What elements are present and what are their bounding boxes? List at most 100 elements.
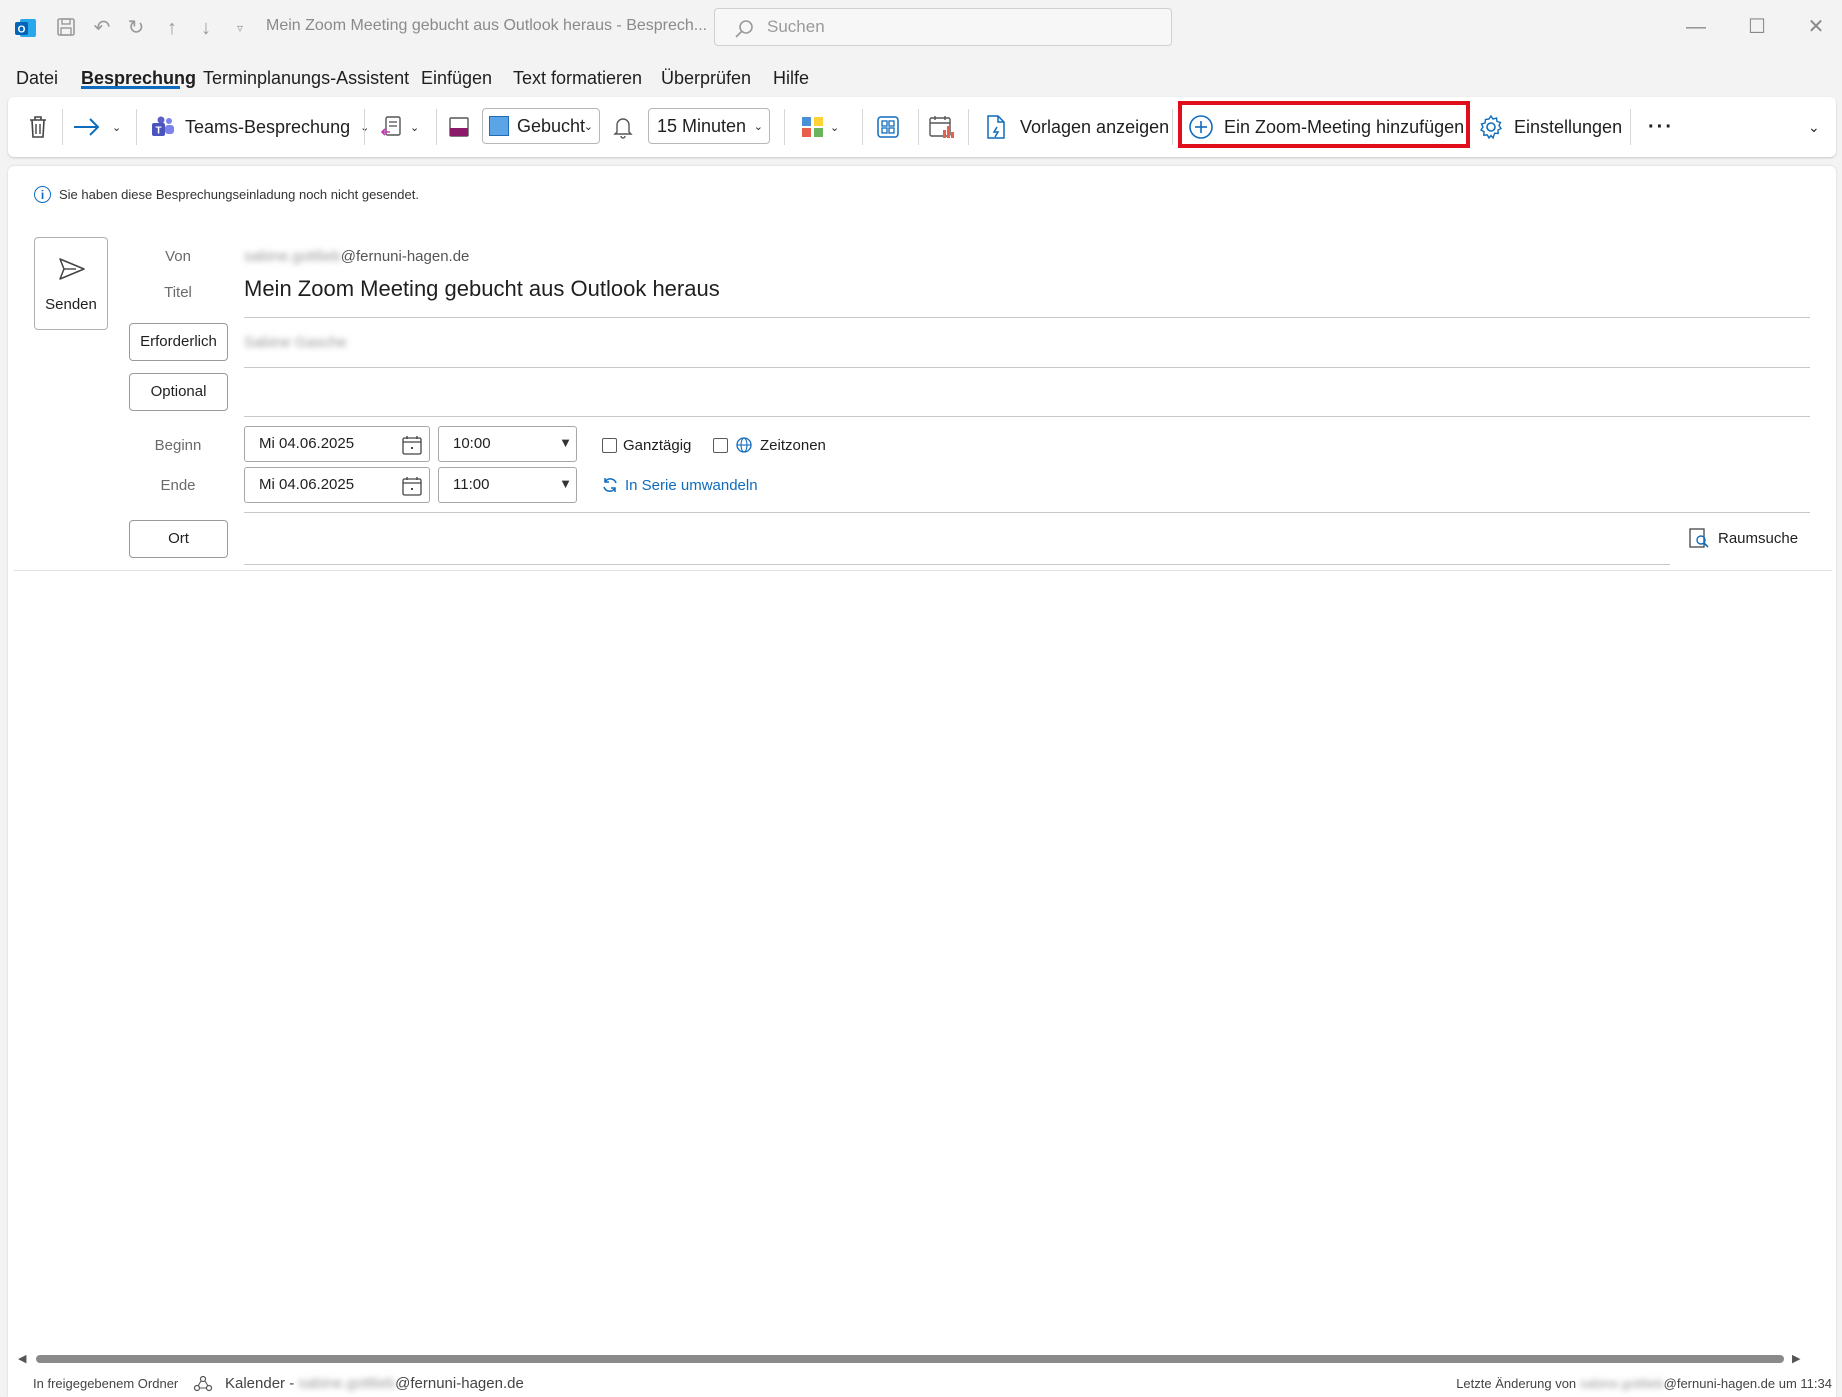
window-title: Mein Zoom Meeting gebucht aus Outlook he… bbox=[266, 17, 708, 34]
calendar-path: Kalender - sabine.gottlieb@fernuni-hagen… bbox=[225, 1375, 524, 1392]
view-templates-label: Vorlagen anzeigen bbox=[1020, 116, 1170, 137]
search-icon bbox=[735, 20, 753, 38]
chevron-down-icon: ⌄ bbox=[753, 120, 763, 133]
send-button[interactable]: Senden bbox=[34, 237, 108, 330]
time-section-divider bbox=[244, 512, 1810, 513]
chevron-down-icon: ⌄ bbox=[410, 121, 420, 134]
location-button[interactable]: Ort bbox=[129, 520, 228, 558]
show-as-select[interactable]: Gebucht ⌄ bbox=[482, 108, 600, 144]
required-attendees-button[interactable]: Erforderlich bbox=[129, 323, 228, 361]
optional-attendees-button[interactable]: Optional bbox=[129, 373, 228, 411]
make-recurring-label: In Serie umwandeln bbox=[625, 476, 758, 494]
reminder-select[interactable]: 15 Minuten ⌄ bbox=[648, 108, 770, 144]
tab-ueberpruefen[interactable]: Überprüfen bbox=[661, 68, 751, 89]
categorize-color-button[interactable] bbox=[448, 97, 470, 157]
room-finder-button[interactable]: Raumsuche bbox=[1688, 527, 1798, 549]
search-input[interactable]: Suchen bbox=[714, 8, 1172, 46]
calendar-icon[interactable] bbox=[401, 475, 423, 497]
svg-text:T: T bbox=[155, 126, 161, 137]
reminder-bell-icon bbox=[612, 97, 634, 157]
title-bar: O ↶ ↻ ↑ ↓ ▿ Mein Zoom Meeting gebucht au… bbox=[0, 0, 1842, 56]
end-time-select[interactable]: 11:00 ▼ bbox=[438, 467, 577, 503]
forward-dropdown-icon[interactable]: ⌄ bbox=[112, 97, 121, 157]
meeting-form-panel: i Sie haben diese Besprechungseinladung … bbox=[8, 166, 1836, 1397]
redo-icon[interactable]: ↻ bbox=[124, 16, 148, 40]
more-options-button[interactable]: ··· bbox=[1648, 97, 1674, 157]
start-time-select[interactable]: 10:00 ▼ bbox=[438, 426, 577, 462]
calendar-icon[interactable] bbox=[401, 434, 423, 456]
teams-meeting-button[interactable]: T Teams-Besprechung ⌄ bbox=[151, 97, 369, 157]
ribbon-tabs: Datei Besprechung Terminplanungs-Assiste… bbox=[0, 60, 1842, 96]
save-icon[interactable] bbox=[54, 16, 78, 40]
categorize-button[interactable]: ⌄ bbox=[800, 97, 839, 157]
svg-text:O: O bbox=[18, 25, 26, 36]
tab-einfuegen[interactable]: Einfügen bbox=[421, 68, 492, 89]
busy-swatch-icon bbox=[489, 116, 509, 136]
send-label: Senden bbox=[45, 296, 97, 313]
apps-button[interactable] bbox=[876, 97, 900, 157]
settings-button[interactable]: Einstellungen bbox=[1478, 97, 1622, 157]
calendar-user-blurred: sabine.gottlieb bbox=[298, 1375, 396, 1392]
maximize-icon[interactable]: ☐ bbox=[1744, 14, 1770, 40]
all-day-checkbox[interactable] bbox=[602, 438, 617, 453]
tab-terminplanungs-assistent[interactable]: Terminplanungs-Assistent bbox=[203, 68, 409, 89]
arrow-down-icon[interactable]: ↓ bbox=[194, 16, 218, 40]
tab-text-formatieren[interactable]: Text formatieren bbox=[513, 68, 642, 89]
show-as-value: Gebucht bbox=[517, 115, 586, 136]
info-banner: i Sie haben diese Besprechungseinladung … bbox=[34, 186, 419, 203]
categorize-icon bbox=[802, 117, 823, 137]
chevron-down-icon: ⌄ bbox=[830, 121, 840, 134]
customize-toolbar-icon[interactable]: ▿ bbox=[228, 16, 252, 40]
collapse-ribbon-icon[interactable]: ⌄ bbox=[1808, 97, 1820, 157]
start-date-value: Mi 04.06.2025 bbox=[259, 435, 355, 452]
room-finder-icon bbox=[1689, 528, 1709, 548]
start-label: Beginn bbox=[154, 437, 202, 454]
tab-datei[interactable]: Datei bbox=[16, 68, 58, 89]
start-date-input[interactable]: Mi 04.06.2025 bbox=[244, 426, 430, 462]
recurrence-icon bbox=[603, 478, 617, 492]
close-icon[interactable]: ✕ bbox=[1803, 14, 1829, 40]
last-change-user-blurred: sabine.gottlieb bbox=[1579, 1376, 1664, 1391]
reminder-value: 15 Minuten bbox=[657, 115, 747, 136]
make-recurring-link[interactable]: In Serie umwandeln bbox=[601, 476, 758, 494]
forward-button[interactable] bbox=[72, 97, 102, 157]
minimize-icon[interactable]: — bbox=[1683, 14, 1709, 40]
title-label: Titel bbox=[164, 284, 192, 301]
required-attendee-blurred[interactable]: Sabine Gasche bbox=[244, 334, 347, 351]
time-zones-checkbox[interactable] bbox=[713, 438, 728, 453]
last-change-prefix: Letzte Änderung von bbox=[1456, 1376, 1577, 1391]
from-user-blurred: sabine.gottlieb bbox=[244, 248, 341, 265]
delete-button[interactable] bbox=[26, 97, 50, 157]
outlook-logo-icon: O bbox=[14, 16, 38, 40]
end-date-input[interactable]: Mi 04.06.2025 bbox=[244, 467, 430, 503]
arrow-up-icon[interactable]: ↑ bbox=[160, 16, 184, 40]
response-options-button[interactable]: ⌄ bbox=[380, 97, 419, 157]
from-domain: @fernuni-hagen.de bbox=[340, 248, 470, 265]
calendar-domain: @fernuni-hagen.de bbox=[395, 1375, 524, 1392]
send-icon bbox=[59, 258, 85, 280]
calendar-prefix: Kalender - bbox=[225, 1375, 295, 1392]
shared-folder-label: In freigegebenem Ordner bbox=[33, 1376, 179, 1391]
search-placeholder: Suchen bbox=[767, 17, 825, 36]
room-finder-label: Raumsuche bbox=[1718, 529, 1799, 547]
location-underline bbox=[244, 564, 1670, 565]
trash-icon bbox=[30, 116, 46, 138]
templates-icon bbox=[987, 115, 1005, 139]
from-value: sabine.gottlieb@fernuni-hagen.de bbox=[244, 248, 469, 265]
undo-icon[interactable]: ↶ bbox=[90, 16, 114, 40]
scrollbar-thumb[interactable] bbox=[36, 1355, 1784, 1363]
meeting-body-editor[interactable] bbox=[14, 572, 1830, 1342]
scheduling-poll-button[interactable] bbox=[928, 97, 956, 157]
tab-hilfe[interactable]: Hilfe bbox=[773, 68, 809, 89]
globe-icon bbox=[736, 437, 752, 453]
info-icon: i bbox=[34, 186, 51, 203]
teams-icon: T bbox=[152, 116, 174, 137]
header-body-divider bbox=[14, 570, 1832, 571]
view-templates-button[interactable]: Vorlagen anzeigen bbox=[984, 97, 1169, 157]
end-date-value: Mi 04.06.2025 bbox=[259, 476, 355, 493]
scroll-left-icon[interactable]: ◀ bbox=[18, 1352, 26, 1365]
teams-meeting-label: Teams-Besprechung bbox=[185, 116, 351, 137]
horizontal-scrollbar[interactable]: ◀ ▶ bbox=[18, 1352, 1802, 1366]
scroll-right-icon[interactable]: ▶ bbox=[1792, 1352, 1800, 1365]
title-input[interactable]: Mein Zoom Meeting gebucht aus Outlook he… bbox=[244, 276, 720, 302]
